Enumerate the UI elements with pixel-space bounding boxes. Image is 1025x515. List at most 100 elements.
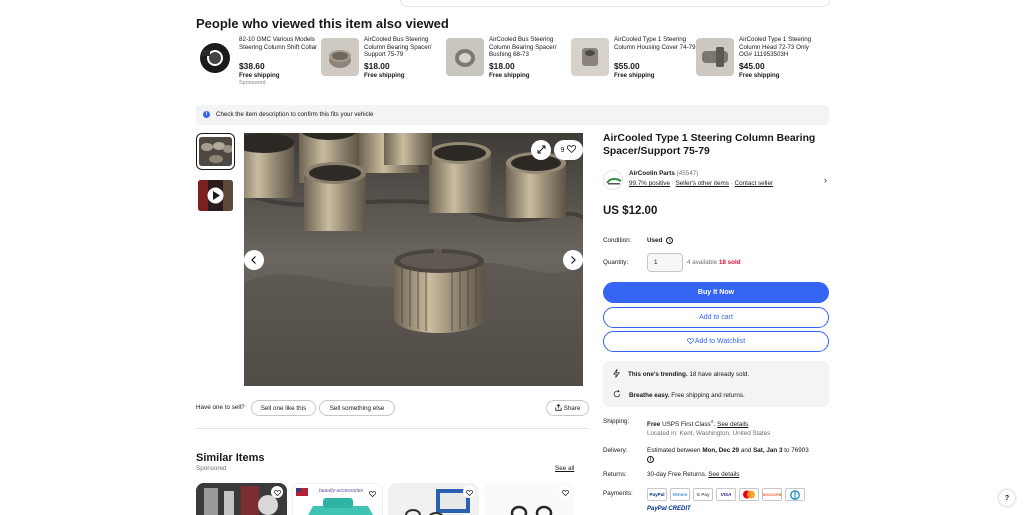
also-viewed-title: People who viewed this item also viewed xyxy=(196,16,449,31)
returns-text: 30-day Free Returns. xyxy=(647,471,707,478)
item-price: US $12.00 xyxy=(603,205,658,217)
item-name[interactable]: AirCooled Bus Steering Column Bearing Sp… xyxy=(489,36,571,59)
return-arrow-icon xyxy=(613,389,621,400)
quantity-label: Quantity: xyxy=(603,259,629,266)
buy-it-now-button[interactable]: Buy It Now xyxy=(603,282,829,303)
similar-item-card[interactable]: beaulty-accessories xyxy=(292,483,383,515)
item-shipping: Free shipping xyxy=(364,72,405,79)
main-product-image[interactable]: 9 xyxy=(244,133,583,386)
sell-something-else-button[interactable]: Sell something else xyxy=(319,400,395,416)
item-thumbnail[interactable] xyxy=(196,38,234,76)
similar-item-card[interactable] xyxy=(484,483,575,515)
similar-item-card[interactable] xyxy=(388,483,479,515)
diners-club-icon xyxy=(785,488,805,501)
chevron-right-icon[interactable]: › xyxy=(824,175,827,185)
condition-value: Used xyxy=(647,237,663,244)
trending-bold: This one's trending. xyxy=(628,371,688,378)
item-price: $55.00 xyxy=(614,61,640,71)
contact-seller-link[interactable]: Contact seller xyxy=(735,180,774,187)
gallery-thumbnail-photo[interactable] xyxy=(196,133,235,170)
similar-item-card[interactable] xyxy=(196,483,287,515)
info-icon[interactable]: i xyxy=(666,237,674,244)
see-all-link[interactable]: See all xyxy=(555,465,574,472)
discover-icon: DISCOVER xyxy=(762,488,782,501)
delivery-and: and xyxy=(740,447,752,454)
watch-heart-button[interactable] xyxy=(559,486,571,498)
quantity-input[interactable]: 1 xyxy=(647,253,683,272)
delivery-label: Delivery: xyxy=(603,447,628,454)
item-name[interactable]: AirCooled Type 1 Steering Column Housing… xyxy=(614,36,696,59)
seller-name-line[interactable]: AirCoolin Parts (45547) xyxy=(629,170,698,177)
seller-logo[interactable] xyxy=(603,170,623,190)
also-viewed-item[interactable]: AirCooled Bus Steering Column Bearing Sp… xyxy=(446,36,571,92)
heart-icon xyxy=(368,484,376,502)
available-count: 4 available xyxy=(687,259,718,266)
listing-title: AirCooled Type 1 Steering Column Bearing… xyxy=(603,133,816,157)
sell-one-like-this-button[interactable]: Sell one like this xyxy=(251,400,316,416)
item-name[interactable]: AirCooled Bus Steering Column Bearing Sp… xyxy=(364,36,446,59)
add-to-cart-button[interactable]: Add to cart xyxy=(603,307,829,328)
expand-icon xyxy=(537,141,546,159)
item-shipping: Free shipping xyxy=(489,72,530,79)
item-price: $18.00 xyxy=(364,61,390,71)
returns-label: Returns: xyxy=(603,471,627,478)
share-button[interactable]: Share xyxy=(546,400,589,416)
help-button[interactable]: ? xyxy=(999,490,1015,506)
seller-links: 99.7% positive · Seller's other items · … xyxy=(629,180,774,187)
shipping-see-details-link[interactable]: See details xyxy=(717,421,748,428)
add-to-watchlist-button[interactable]: Add to Watchlist xyxy=(603,331,829,352)
availability-text: 4 available 18 sold xyxy=(687,259,741,266)
sellers-other-items-link[interactable]: Seller's other items xyxy=(676,180,729,187)
item-shipping: Free shipping xyxy=(739,72,780,79)
delivery-to: Sat, Jan 3 xyxy=(753,447,783,454)
shipping-method: USPS First Class xyxy=(662,421,711,429)
shipping-reg-mark: ® xyxy=(710,419,714,424)
shipping-label: Shipping: xyxy=(603,418,630,425)
also-viewed-item[interactable]: 82-10 GMC Various Models Steering Column… xyxy=(196,36,321,92)
item-thumbnail[interactable] xyxy=(696,38,734,76)
top-cutoff-strip xyxy=(400,0,830,7)
visa-icon: VISA xyxy=(716,488,736,501)
payment-methods: PayPal Venmo G Pay VISA DISCOVER xyxy=(647,488,805,501)
fitment-notice: i Check the item description to confirm … xyxy=(196,105,829,125)
paypal-credit-logo: PayPal CREDIT xyxy=(647,506,691,512)
also-viewed-item[interactable]: AirCooled Type 1 Steering Column Housing… xyxy=(571,36,696,92)
notice-text: Check the item description to confirm th… xyxy=(216,111,374,118)
item-thumbnail[interactable] xyxy=(571,38,609,76)
seller-card[interactable]: AirCoolin Parts (45547) 99.7% positive ·… xyxy=(603,168,829,192)
item-thumbnail[interactable] xyxy=(446,38,484,76)
item-location: Located in: Kent, Washington, United Sta… xyxy=(647,430,771,438)
condition-value-row: Used i xyxy=(647,237,674,244)
sold-count: 18 sold xyxy=(718,259,741,266)
seller-feedback-count: (45547) xyxy=(676,170,699,177)
watch-heart-button[interactable] xyxy=(271,486,283,498)
also-viewed-item[interactable]: AirCooled Bus Steering Column Bearing Sp… xyxy=(321,36,446,92)
expand-image-button[interactable] xyxy=(531,140,551,160)
google-pay-icon: G Pay xyxy=(693,488,713,501)
watch-count-button[interactable]: 9 xyxy=(554,140,583,160)
returns-see-details-link[interactable]: See details xyxy=(708,471,739,478)
delivery-from: Mon, Dec 29 xyxy=(702,447,740,454)
heart-icon xyxy=(567,145,577,155)
highlights-box: This one's trending. 18 have already sol… xyxy=(603,361,829,407)
also-viewed-item[interactable]: AirCooled Type 1 Steering Column Head 72… xyxy=(696,36,821,92)
previous-image-button[interactable] xyxy=(244,250,264,270)
next-image-button[interactable] xyxy=(563,250,583,270)
item-name[interactable]: AirCooled Type 1 Steering Column Head 72… xyxy=(739,36,821,59)
watch-heart-button[interactable] xyxy=(463,486,475,498)
trending-text: 18 have already sold. xyxy=(689,371,750,378)
heart-icon xyxy=(465,483,473,501)
heart-icon xyxy=(273,483,281,501)
returns-info: 30-day Free Returns. See details xyxy=(647,470,739,479)
item-shipping: Free shipping xyxy=(614,72,655,79)
item-thumbnail[interactable] xyxy=(321,38,359,76)
seller-name[interactable]: AirCoolin Parts xyxy=(629,170,675,177)
info-icon[interactable]: i xyxy=(647,456,654,463)
info-icon: i xyxy=(203,111,210,118)
gallery-thumbnail-video[interactable] xyxy=(196,177,235,214)
item-sponsored: Sponsored xyxy=(239,80,266,86)
watch-heart-button[interactable] xyxy=(366,487,378,499)
item-name[interactable]: 82-10 GMC Various Models Steering Column… xyxy=(239,36,321,59)
positive-feedback-link[interactable]: 99.7% positive xyxy=(629,180,670,187)
shipping-info: Free USPS First Class®. See details Loca… xyxy=(647,419,771,438)
